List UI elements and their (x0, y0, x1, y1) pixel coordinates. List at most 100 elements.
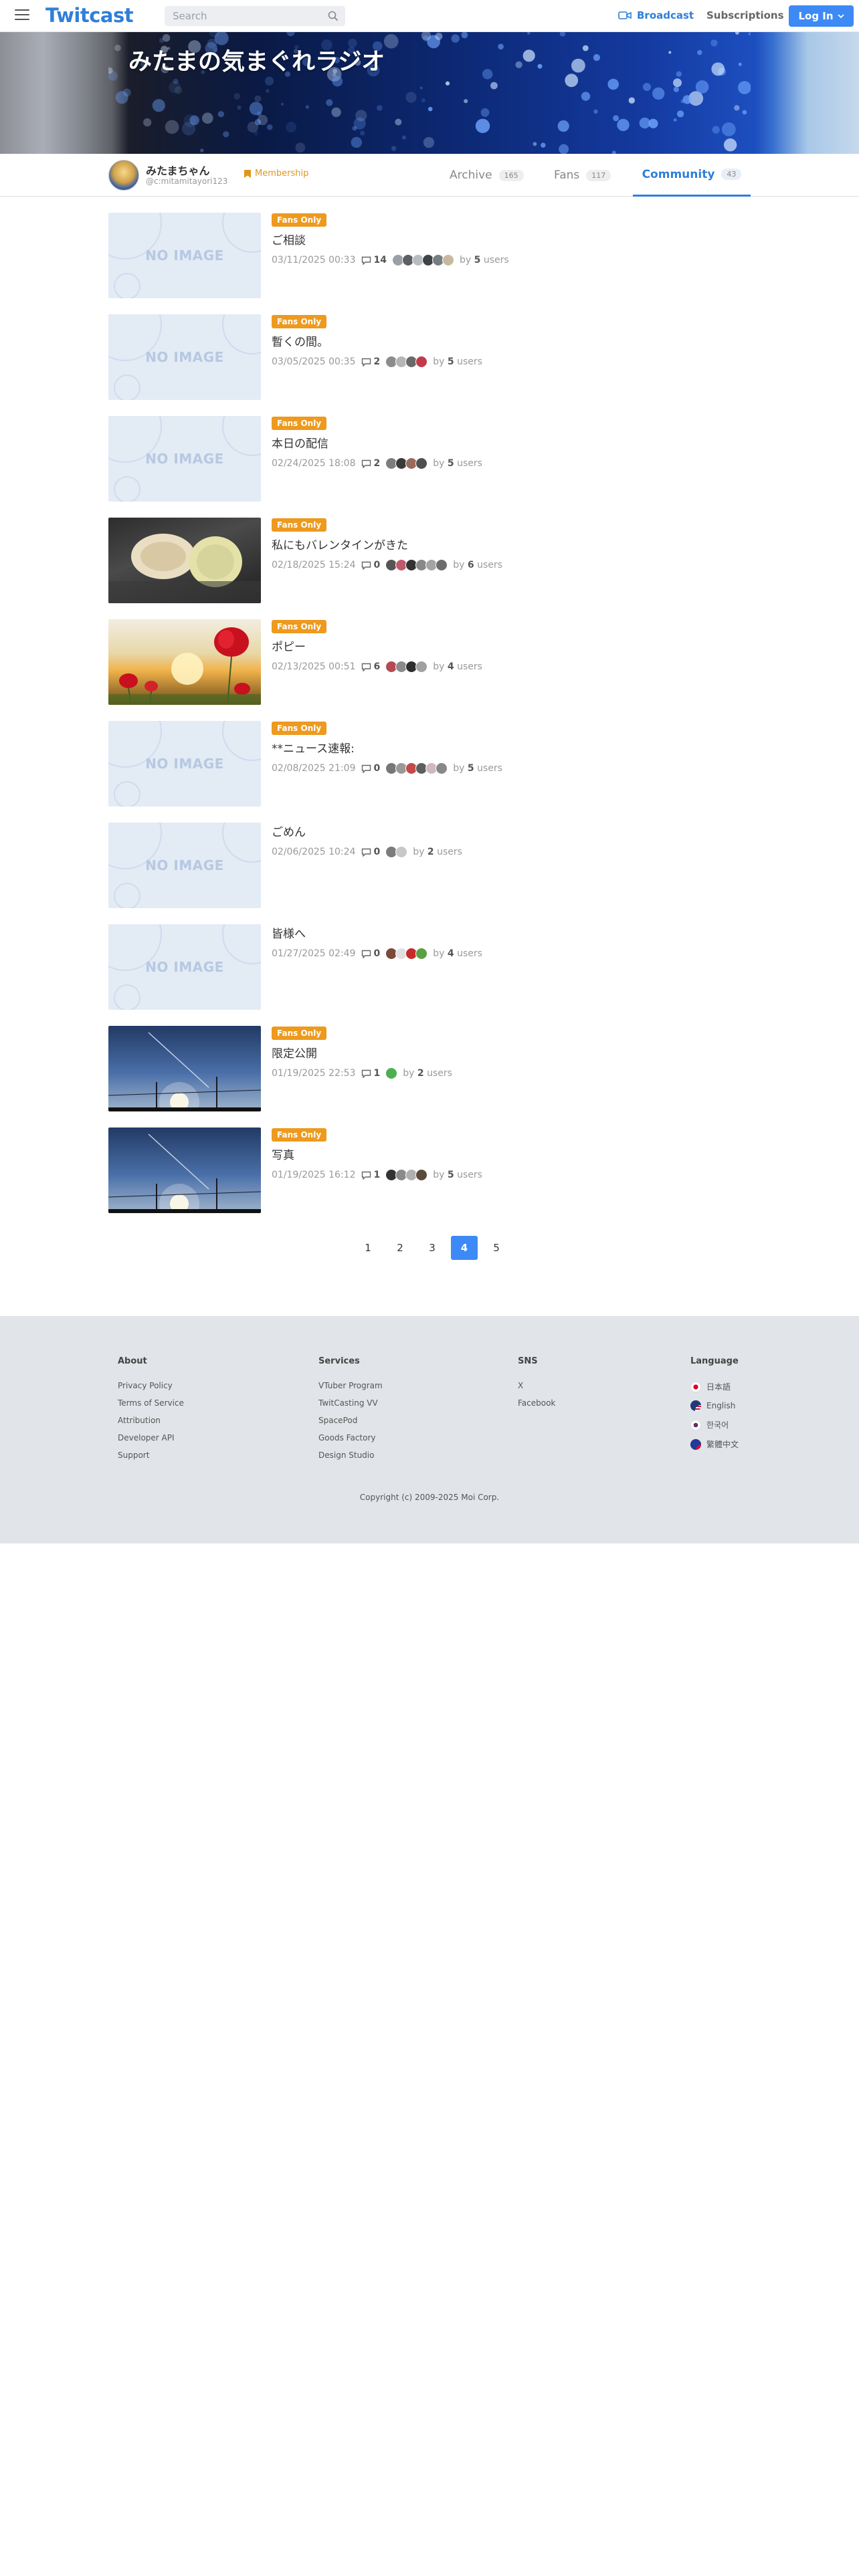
post-title[interactable]: 写真 (272, 1146, 482, 1162)
post-thumbnail-photo[interactable] (108, 619, 261, 705)
comment-icon (361, 561, 371, 570)
post-title[interactable]: 皆様へ (272, 924, 482, 941)
by-label: by (433, 1170, 445, 1180)
community-post[interactable]: NO IMAGE Fans Only ご相談 03/11/2025 00:33 … (108, 213, 751, 298)
search-input[interactable] (165, 6, 318, 26)
reactor-summary: by 4 users (433, 948, 482, 959)
language-korean[interactable]: 한국어 (690, 1419, 739, 1430)
footer-link-spacepod[interactable]: SpacePod (318, 1416, 383, 1425)
post-thumbnail-noimage[interactable]: NO IMAGE (108, 924, 261, 1010)
tab-community[interactable]: Community 43 (633, 154, 751, 197)
post-title[interactable]: **ニュース速報: (272, 739, 502, 756)
post-meta: 01/27/2025 02:49 0 by 4 users (272, 948, 482, 960)
login-button[interactable]: Log In (789, 5, 854, 27)
page-1[interactable]: 1 (355, 1236, 381, 1260)
page-3[interactable]: 3 (419, 1236, 446, 1260)
users-label: users (427, 1068, 452, 1079)
footer-link-terms[interactable]: Terms of Service (118, 1398, 184, 1408)
post-title[interactable]: 暫くの間。 (272, 332, 482, 349)
by-label: by (433, 356, 445, 367)
profile-bar: みたまちゃん @c:mitamitayori123 Membership Arc… (0, 154, 859, 197)
page-2[interactable]: 2 (387, 1236, 413, 1260)
user-avatar[interactable] (385, 1067, 398, 1079)
footer-link-design-studio[interactable]: Design Studio (318, 1451, 383, 1460)
tab-archive[interactable]: Archive 165 (450, 154, 524, 197)
tab-fans[interactable]: Fans 117 (554, 154, 611, 197)
post-title[interactable]: ポピー (272, 637, 482, 654)
community-post[interactable]: NO IMAGE Fans Only 暫くの間。 03/05/2025 00:3… (108, 314, 751, 400)
post-title[interactable]: ご相談 (272, 231, 509, 247)
language-japanese[interactable]: 日本語 (690, 1381, 739, 1392)
user-avatar[interactable] (415, 356, 428, 368)
footer-link-attribution[interactable]: Attribution (118, 1416, 184, 1425)
post-date: 02/18/2025 15:24 (272, 560, 356, 570)
community-post[interactable]: NO IMAGE Fans Only 本日の配信 02/24/2025 18:0… (108, 416, 751, 502)
reactor-avatars (385, 457, 428, 469)
users-label: users (477, 763, 502, 774)
page-4[interactable]: 4 (451, 1236, 478, 1260)
user-avatar[interactable] (436, 762, 448, 774)
footer-link-support[interactable]: Support (118, 1451, 184, 1460)
users-label: users (457, 661, 482, 672)
user-avatar[interactable] (415, 1169, 428, 1181)
footer-link-twitcasting-vv[interactable]: TwitCasting VV (318, 1398, 383, 1408)
user-avatar[interactable] (442, 254, 454, 266)
broadcast-link[interactable]: Broadcast (618, 9, 694, 21)
footer-link-developer-api[interactable]: Developer API (118, 1433, 184, 1442)
footer-sns: SNS X Facebook (518, 1356, 555, 1416)
user-count: 6 (467, 560, 474, 570)
by-label: by (459, 255, 472, 265)
post-title[interactable]: 本日の配信 (272, 434, 482, 451)
post-thumbnail-noimage[interactable]: NO IMAGE (108, 721, 261, 807)
language-english[interactable]: English (690, 1400, 739, 1411)
post-title[interactable]: 私にもバレンタインがきた (272, 536, 502, 552)
footer-link-x[interactable]: X (518, 1381, 555, 1390)
profile-name[interactable]: みたまちゃん (146, 162, 210, 178)
post-thumbnail-photo[interactable] (108, 1026, 261, 1111)
post-meta: 02/06/2025 10:24 0 by 2 users (272, 846, 462, 858)
user-avatar[interactable] (436, 559, 448, 571)
post-meta: 03/05/2025 00:35 2 by 5 users (272, 356, 482, 368)
avatar[interactable] (108, 160, 139, 191)
post-thumbnail-photo[interactable] (108, 518, 261, 603)
fans-only-badge: Fans Only (272, 722, 327, 735)
user-avatar[interactable] (415, 457, 428, 469)
page-5[interactable]: 5 (483, 1236, 510, 1260)
community-post[interactable]: Fans Only 写真 01/19/2025 16:12 1 by 5 use… (108, 1128, 751, 1213)
comment-count: 0 (361, 948, 380, 959)
community-post[interactable]: NO IMAGE ごめん 02/06/2025 10:24 0 by 2 use… (108, 823, 751, 908)
footer-link-goods-factory[interactable]: Goods Factory (318, 1433, 383, 1442)
user-count: 5 (474, 255, 481, 265)
tab-label: Fans (554, 169, 580, 182)
post-date: 01/19/2025 16:12 (272, 1170, 356, 1180)
menu-icon[interactable] (15, 9, 29, 21)
post-thumbnail-noimage[interactable]: NO IMAGE (108, 314, 261, 400)
post-meta: 01/19/2025 16:12 1 by 5 users (272, 1169, 482, 1181)
membership-link[interactable]: Membership (244, 169, 308, 179)
user-avatar[interactable] (395, 846, 408, 858)
footer-link-facebook[interactable]: Facebook (518, 1398, 555, 1408)
post-title[interactable]: ごめん (272, 823, 462, 839)
reactor-avatars (385, 846, 408, 858)
footer-link-privacy[interactable]: Privacy Policy (118, 1381, 184, 1390)
community-post[interactable]: Fans Only ポピー 02/13/2025 00:51 6 by 4 us… (108, 619, 751, 705)
footer-link-vtuber[interactable]: VTuber Program (318, 1381, 383, 1390)
post-thumbnail-noimage[interactable]: NO IMAGE (108, 416, 261, 502)
user-avatar[interactable] (415, 661, 428, 673)
search-box[interactable] (165, 6, 345, 26)
post-thumbnail-photo[interactable] (108, 1128, 261, 1213)
subscriptions-link[interactable]: Subscriptions (706, 9, 784, 21)
user-avatar[interactable] (415, 948, 428, 960)
community-post[interactable]: NO IMAGE 皆様へ 01/27/2025 02:49 0 by 4 use… (108, 924, 751, 1010)
post-thumbnail-noimage[interactable]: NO IMAGE (108, 823, 261, 908)
language-traditional-chinese[interactable]: 繁體中文 (690, 1438, 739, 1450)
post-thumbnail-noimage[interactable]: NO IMAGE (108, 213, 261, 298)
footer: About Privacy Policy Terms of Service At… (0, 1316, 859, 1543)
comment-count-value: 1 (373, 1068, 381, 1079)
site-logo[interactable]: Twitcast (45, 4, 134, 27)
community-post[interactable]: NO IMAGE Fans Only **ニュース速報: 02/08/2025 … (108, 721, 751, 807)
post-title[interactable]: 限定公開 (272, 1044, 452, 1061)
search-icon[interactable] (328, 11, 339, 21)
community-post[interactable]: Fans Only 限定公開 01/19/2025 22:53 1 by 2 u… (108, 1026, 751, 1111)
community-post[interactable]: Fans Only 私にもバレンタインがきた 02/18/2025 15:24 … (108, 518, 751, 603)
